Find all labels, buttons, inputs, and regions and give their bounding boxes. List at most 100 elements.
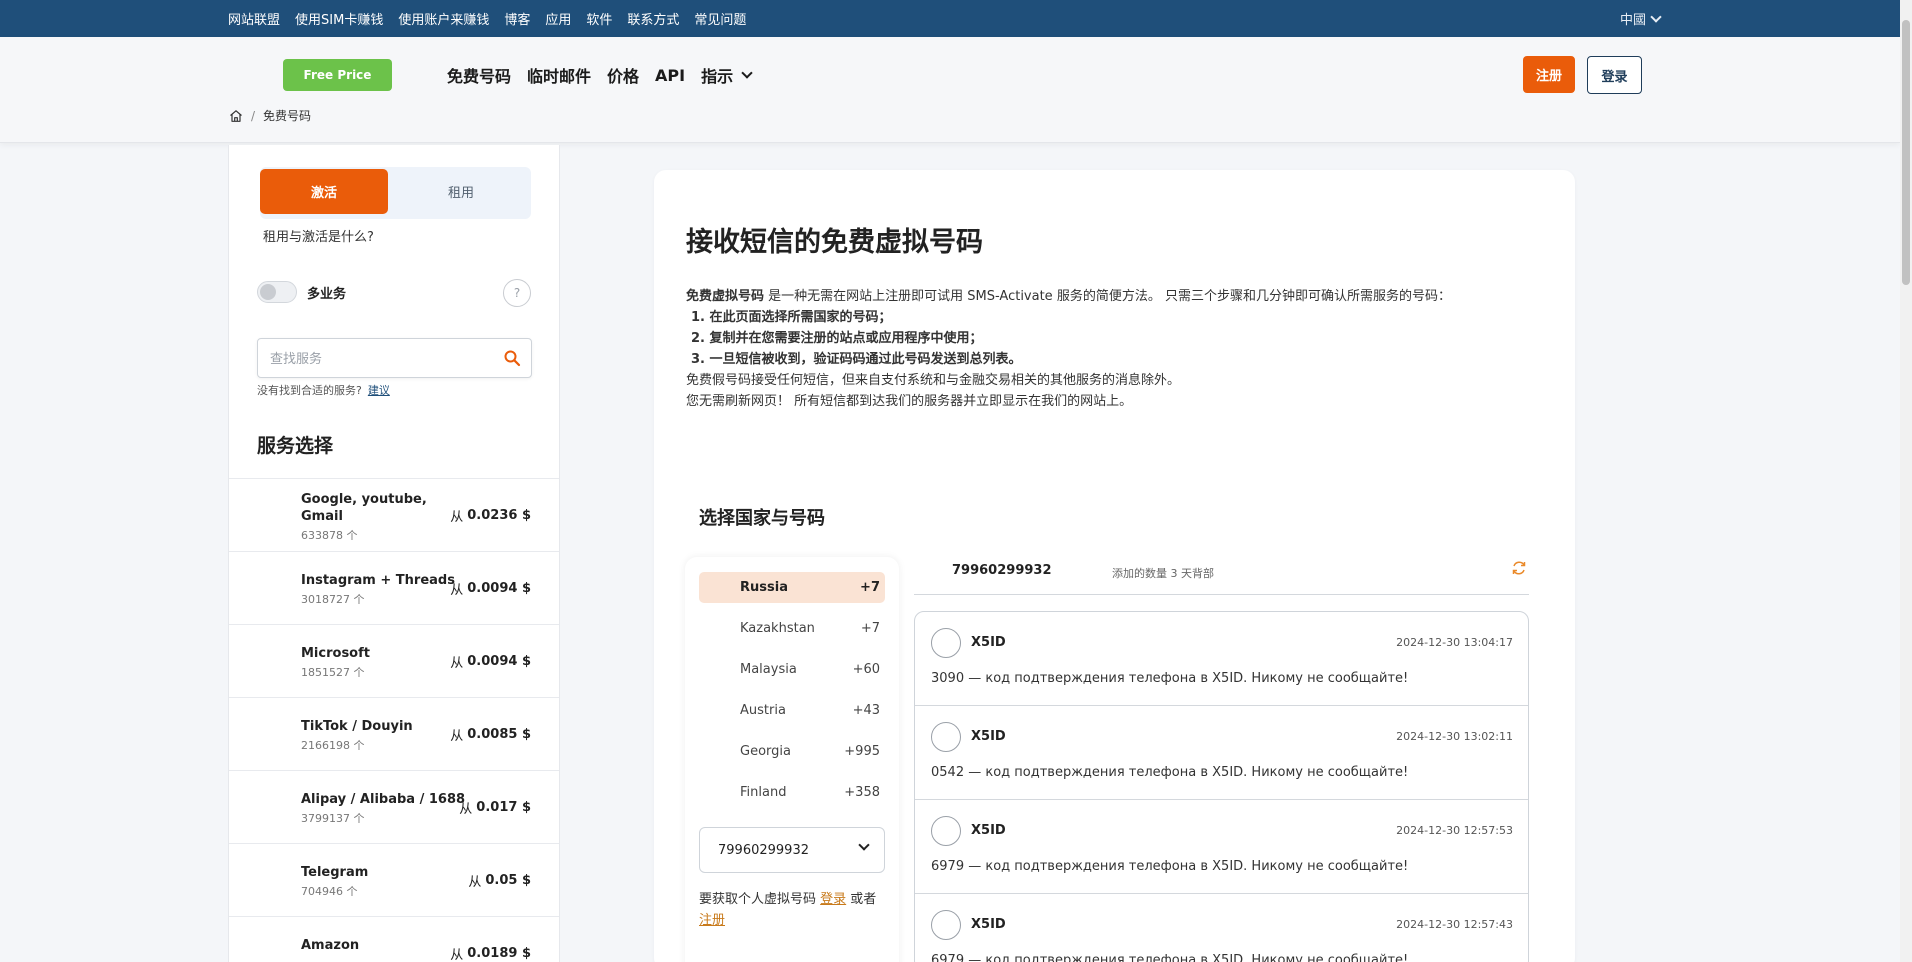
service-item-telegram[interactable]: Telegram 704946 个 从 0.05 $ [229, 843, 559, 916]
service-price: 从 0.05 $ [468, 844, 531, 917]
nav-instructions-dropdown[interactable]: 指示 [701, 63, 753, 87]
country-code: +995 [844, 744, 880, 759]
top-bar: 网站联盟 使用SIM卡赚钱 使用账户来赚钱 博客 应用 软件 联系方式 常见问题… [0, 0, 1912, 37]
service-item-google[interactable]: Google, youtube, Gmail 633878 个 从 0.0236 … [229, 478, 559, 551]
note-1: 免费假号码接受任何短信，但来自支付系统和与金融交易相关的其他服务的消息除外。 [686, 373, 1181, 388]
service-count: 3799137 个 [301, 812, 365, 825]
get-number-login-link[interactable]: 登录 [820, 892, 846, 907]
message-time: 2024-12-30 13:02:11 [1396, 730, 1513, 743]
price-value: 0.0236 $ [467, 508, 531, 523]
nav-api[interactable]: API [655, 66, 685, 85]
service-item-microsoft[interactable]: Microsoft 1851527 个 从 0.0094 $ [229, 624, 559, 697]
intro-line: 免费虚拟号码 是一种无需在网站上注册即可试用 SMS-Activate 服务的简… [686, 286, 1546, 307]
tab-activate[interactable]: 激活 [260, 169, 388, 214]
service-search-input[interactable] [270, 349, 490, 369]
country-list: Russia +7 Kazakhstan +7 Malaysia +60 Aus… [685, 557, 899, 962]
help-icon[interactable]: ? [503, 279, 531, 307]
scrollbar-thumb[interactable] [1902, 20, 1910, 285]
message-item: X5ID 2024-12-30 13:04:17 3090 — код подт… [915, 612, 1528, 706]
top-link-account-earn[interactable]: 使用账户来赚钱 [398, 9, 489, 28]
country-name: Malaysia [740, 662, 797, 677]
message-sender: X5ID [971, 917, 1006, 932]
message-text: 3090 — код подтверждения телефона в X5ID… [931, 671, 1409, 686]
nav-temp-mail[interactable]: 临时邮件 [527, 63, 591, 87]
main-nav: 免费号码 临时邮件 价格 API 指示 [447, 59, 753, 91]
service-count: 2166198 个 [301, 739, 365, 752]
choose-country-title: 选择国家与号码 [699, 508, 825, 529]
message-text: 0542 — код подтверждения телефона в X5ID… [931, 765, 1409, 780]
price-value: 0.0085 $ [467, 727, 531, 742]
country-item-russia[interactable]: Russia +7 [699, 572, 885, 603]
price-prefix: 从 [450, 583, 464, 598]
price-prefix: 从 [468, 875, 482, 890]
service-item-instagram[interactable]: Instagram + Threads 3018727 个 从 0.0094 $ [229, 551, 559, 624]
country-name: Georgia [740, 744, 791, 759]
rent-vs-activate-link[interactable]: 租用与激活是什么? [263, 226, 374, 245]
top-link-contacts[interactable]: 联系方式 [627, 9, 679, 28]
logo[interactable]: Free Price [283, 59, 392, 91]
home-icon[interactable] [229, 109, 243, 123]
suggest-link[interactable]: 建议 [368, 384, 390, 397]
register-button[interactable]: 注册 [1523, 56, 1575, 93]
top-link-software[interactable]: 软件 [586, 9, 612, 28]
price-prefix: 从 [450, 729, 464, 744]
toggle-knob [260, 284, 276, 300]
top-link-sim-earn[interactable]: 使用SIM卡赚钱 [295, 9, 383, 28]
country-code: +7 [860, 621, 880, 636]
price-prefix: 从 [450, 510, 464, 525]
language-selector[interactable]: 中國 [1620, 0, 1662, 37]
page-scrollbar[interactable] [1900, 0, 1912, 962]
breadcrumb: / 免费号码 [229, 107, 311, 124]
country-item-malaysia[interactable]: Malaysia +60 [699, 654, 885, 685]
message-time: 2024-12-30 13:04:17 [1396, 636, 1513, 649]
country-item-austria[interactable]: Austria +43 [699, 695, 885, 726]
number-select-value: 79960299932 [718, 842, 809, 858]
avatar [931, 722, 961, 752]
country-item-kazakhstan[interactable]: Kazakhstan +7 [699, 613, 885, 644]
multi-service-toggle[interactable] [257, 281, 297, 303]
service-price: 从 0.0085 $ [450, 698, 531, 771]
service-item-amazon[interactable]: Amazon 从 0.0189 $ [229, 916, 559, 962]
step-2: 2. 复制并在您需要注册的站点或应用程序中使用； [691, 331, 983, 346]
service-item-tiktok[interactable]: TikTok / Douyin 2166198 个 从 0.0085 $ [229, 697, 559, 770]
service-name: Alipay / Alibaba / 1688 [301, 792, 466, 807]
nav-free-numbers[interactable]: 免费号码 [447, 63, 511, 87]
message-sender: X5ID [971, 635, 1006, 650]
top-link-blog[interactable]: 博客 [504, 9, 530, 28]
message-time: 2024-12-30 12:57:53 [1396, 824, 1513, 837]
tab-rent[interactable]: 租用 [397, 169, 525, 214]
country-name: Kazakhstan [740, 621, 815, 636]
service-name: Google, youtube, Gmail [301, 492, 427, 524]
messages-header: 79960299932 添加的数量 3 天背部 [914, 555, 1529, 595]
country-item-georgia[interactable]: Georgia +995 [699, 736, 885, 767]
country-code: +358 [844, 785, 880, 800]
price-value: 0.017 $ [476, 800, 531, 815]
country-item-finland[interactable]: Finland +358 [699, 777, 885, 808]
avatar [931, 816, 961, 846]
service-count: 633878 个 [301, 529, 358, 542]
price-value: 0.0094 $ [467, 581, 531, 596]
search-icon[interactable] [503, 349, 521, 367]
intro-text: 免费虚拟号码 是一种无需在网站上注册即可试用 SMS-Activate 服务的简… [686, 286, 1546, 412]
service-count: 3018727 个 [301, 593, 365, 606]
breadcrumb-separator: / [251, 108, 256, 123]
login-button[interactable]: 登录 [1587, 56, 1642, 94]
top-link-affiliate[interactable]: 网站联盟 [228, 9, 280, 28]
number-select[interactable]: 79960299932 [699, 827, 885, 873]
service-price: 从 0.0094 $ [450, 625, 531, 698]
page-title: 接收短信的免费虚拟号码 [686, 227, 983, 258]
price-prefix: 从 [459, 802, 473, 817]
get-number-register-link[interactable]: 注册 [699, 913, 725, 928]
service-price: 从 0.0189 $ [450, 917, 531, 962]
top-link-apps[interactable]: 应用 [545, 9, 571, 28]
top-link-faq[interactable]: 常见问题 [694, 9, 746, 28]
refresh-icon[interactable] [1511, 560, 1527, 576]
header: Free Price 免费号码 临时邮件 价格 API 指示 注册 登录 / 免… [0, 37, 1900, 143]
messages-added-info: 添加的数量 3 天背部 [1112, 567, 1214, 580]
message-time: 2024-12-30 12:57:43 [1396, 918, 1513, 931]
service-list: Google, youtube, Gmail 633878 个 从 0.0236 … [229, 478, 559, 962]
service-item-alipay[interactable]: Alipay / Alibaba / 1688 3799137 个 从 0.017… [229, 770, 559, 843]
nav-prices[interactable]: 价格 [607, 63, 639, 87]
message-text: 6979 — код подтверждения телефона в X5ID… [931, 859, 1409, 874]
not-found-text: 没有找到合适的服务? [257, 384, 362, 397]
